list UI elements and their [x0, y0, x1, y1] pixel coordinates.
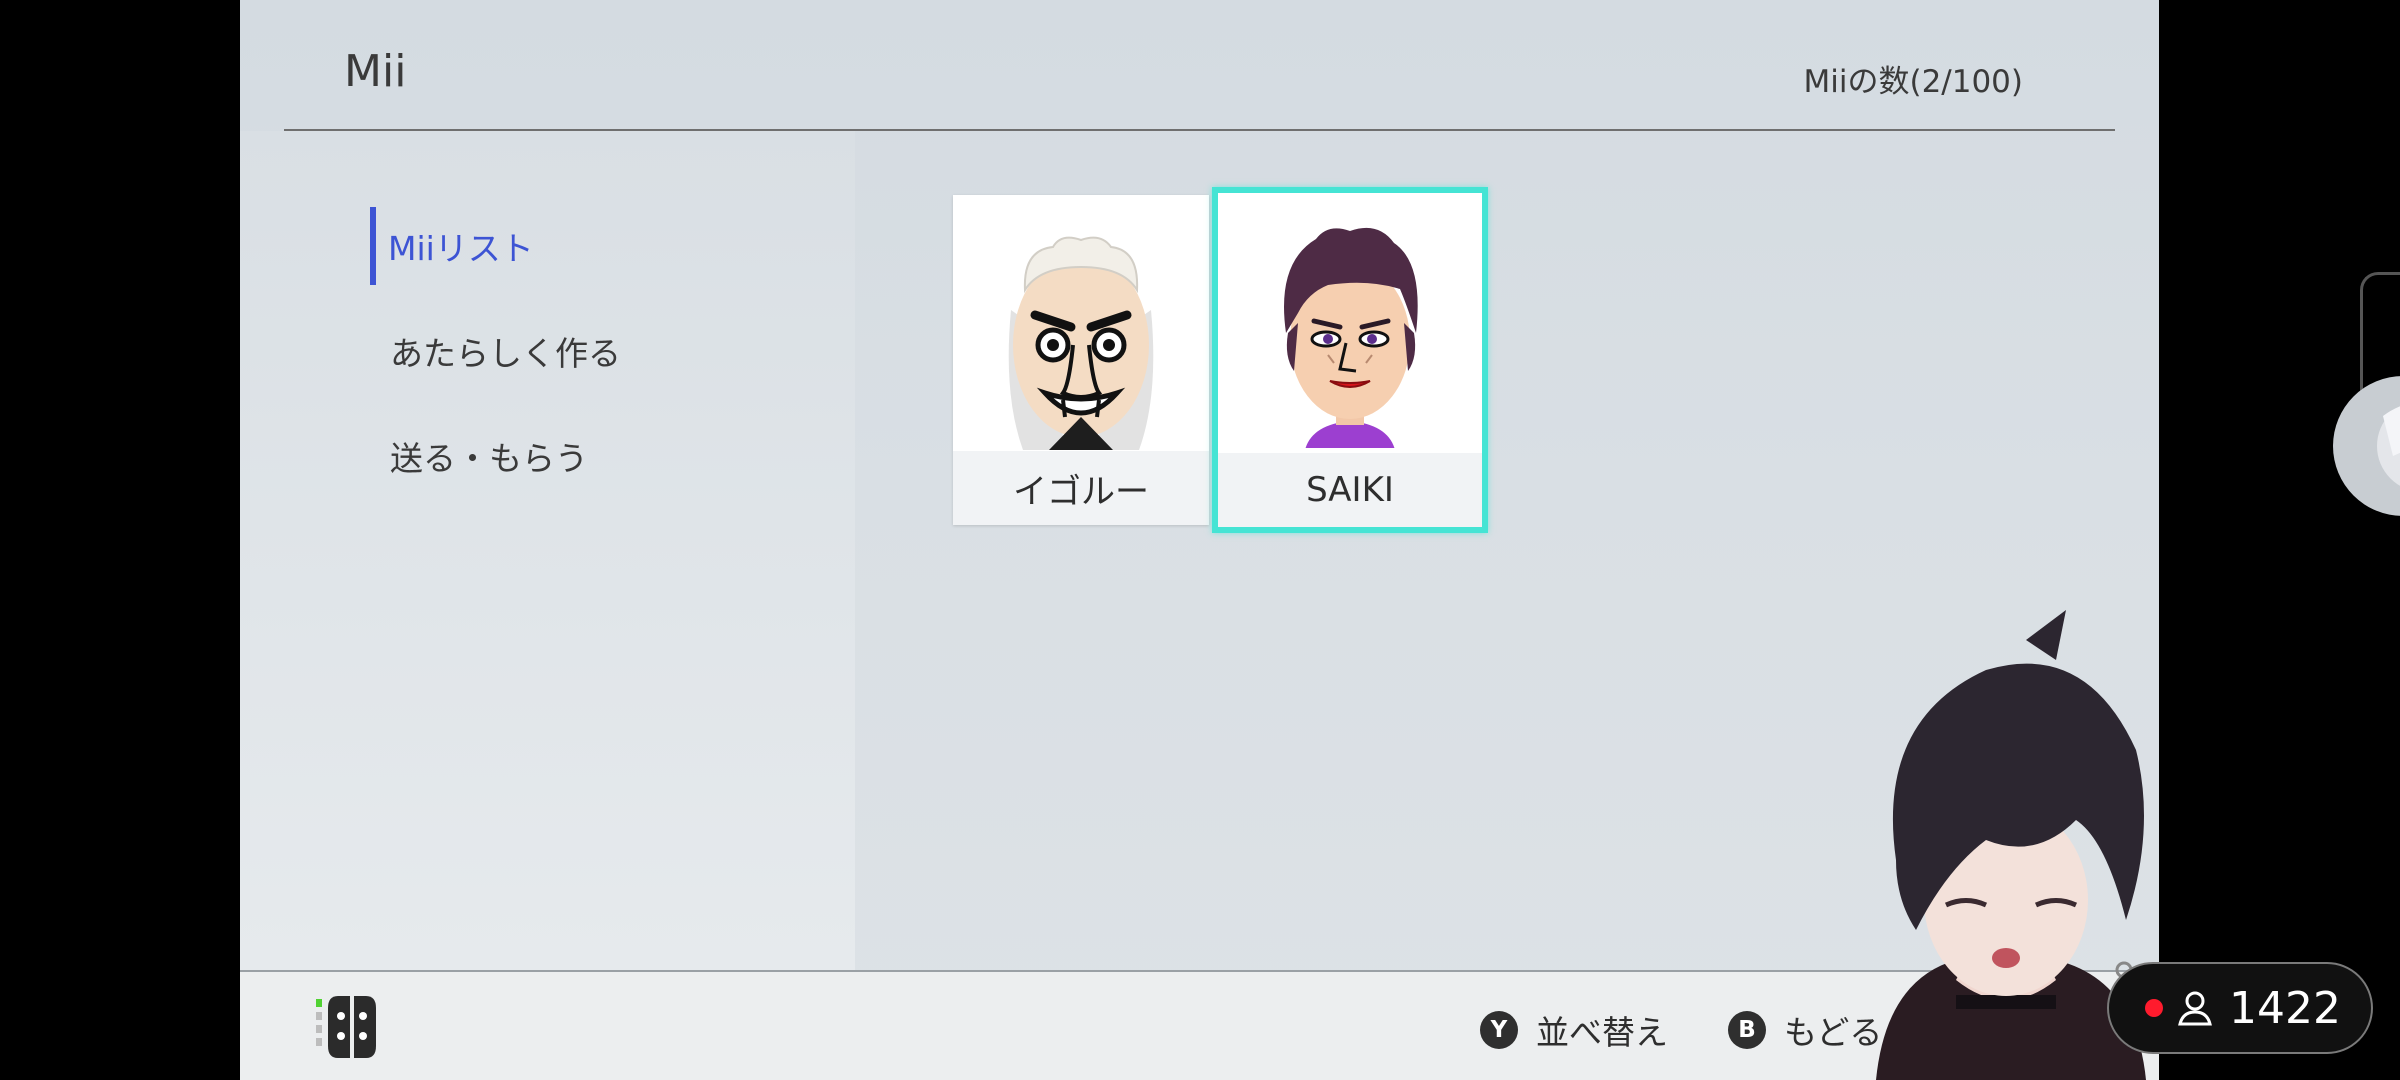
- y-button-icon: Y: [1480, 1011, 1518, 1049]
- live-viewer-count[interactable]: 1422: [2107, 962, 2373, 1054]
- mii-face-saiki-icon: [1218, 193, 1482, 448]
- page-title: Mii: [344, 46, 407, 97]
- sort-hint[interactable]: Y 並べ替え: [1480, 1006, 1668, 1054]
- sidebar-item-send-receive[interactable]: 送る・もらう: [390, 432, 588, 480]
- mii-face-igloo-icon: [953, 195, 1209, 450]
- mii-card-saiki[interactable]: SAIKI: [1212, 187, 1488, 533]
- sidebar: Miiリスト あたらしく作る 送る・もらう: [240, 131, 855, 970]
- live-indicator-icon: [2145, 999, 2163, 1017]
- person-icon: [2178, 991, 2212, 1026]
- mii-name: イゴルー: [953, 451, 1209, 525]
- floating-avatar-bubble[interactable]: [2333, 376, 2400, 516]
- viewer-count: 1422: [2229, 982, 2341, 1034]
- b-button-icon: B: [1728, 1011, 1766, 1049]
- avatar-icon: [2377, 406, 2400, 486]
- mii-card-igloo[interactable]: イゴルー: [953, 195, 1209, 525]
- sidebar-item-create-new[interactable]: あたらしく作る: [390, 327, 621, 375]
- mii-count: Miiの数(2/100): [1803, 64, 2024, 100]
- mii-name: SAIKI: [1218, 453, 1482, 527]
- joycon-controller-icon: [316, 996, 376, 1058]
- sort-label: 並べ替え: [1536, 1013, 1668, 1052]
- active-indicator: [370, 207, 376, 285]
- sidebar-item-mii-list[interactable]: Miiリスト: [388, 222, 534, 270]
